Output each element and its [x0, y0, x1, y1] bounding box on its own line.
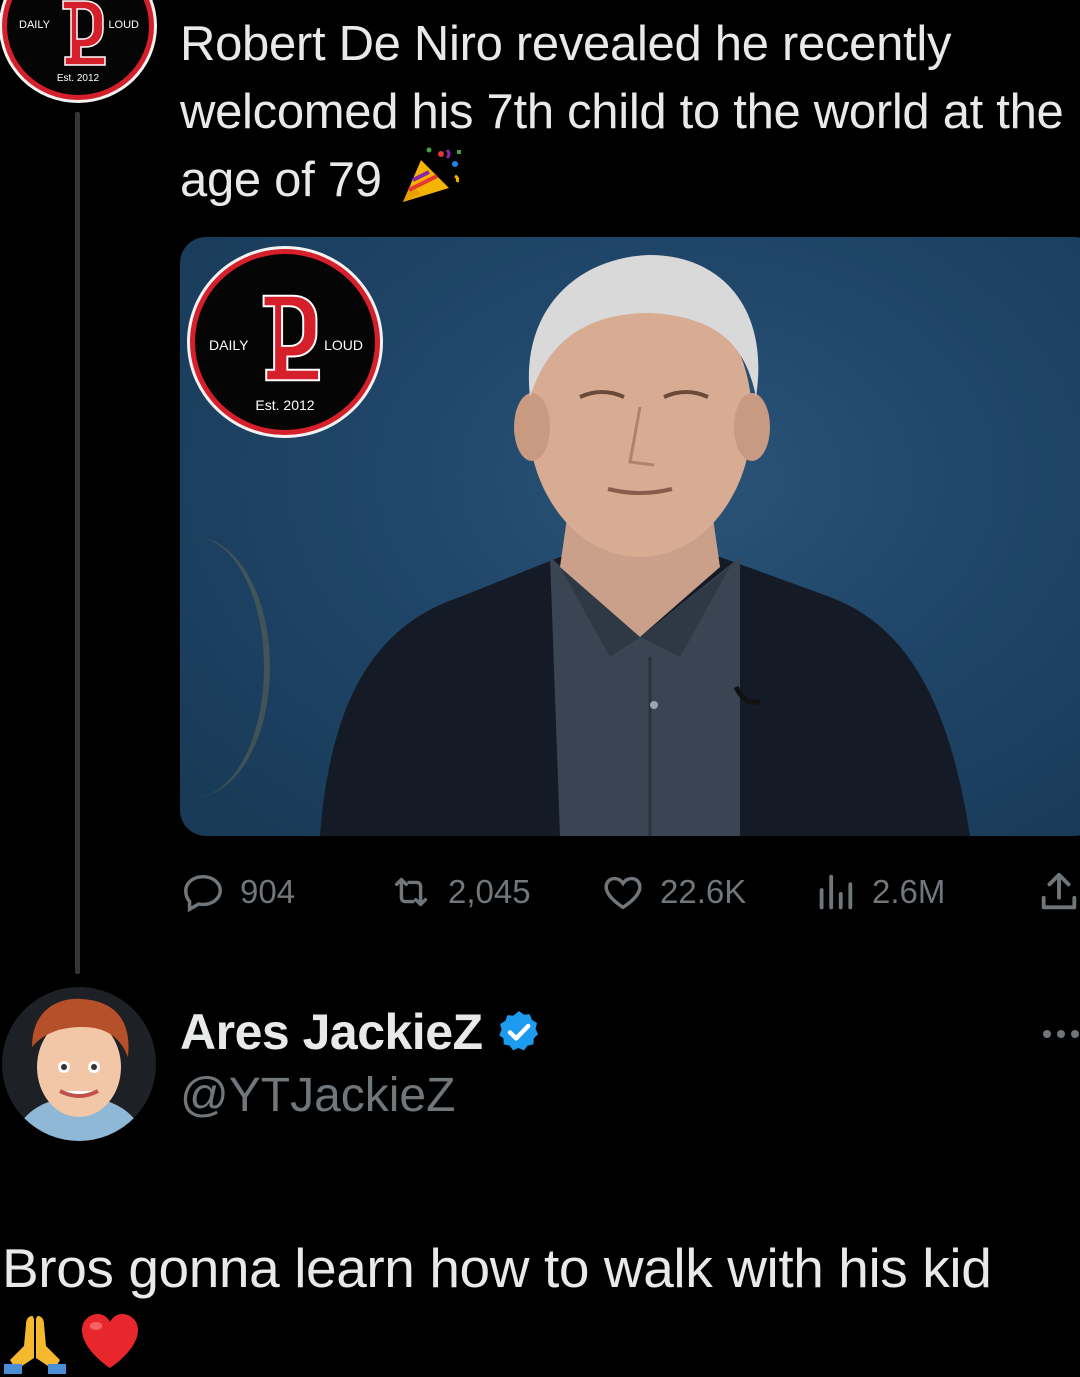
reply-user-avatar[interactable] [2, 987, 156, 1141]
retweet-icon [394, 877, 428, 907]
like-button[interactable]: 22.6K [600, 866, 746, 918]
heart-icon [604, 876, 642, 910]
like-count: 22.6K [660, 873, 747, 910]
party-popper-icon [402, 147, 461, 202]
reply-user-handle[interactable]: @YTJackieZ [180, 1068, 455, 1123]
daily-loud-avatar[interactable]: DAILY LOUD Est. 2012 [2, 0, 154, 100]
views-button[interactable]: 2.6M [812, 866, 945, 918]
watermark-established: Est. 2012 [255, 397, 315, 413]
watermark-word-daily: DAILY [209, 337, 249, 353]
dl-monogram-icon [262, 294, 321, 382]
reply-icon [184, 874, 222, 913]
retweet-count: 2,045 [448, 873, 531, 910]
logo-established: Est. 2012 [56, 73, 100, 84]
views-chart-icon [819, 874, 853, 910]
reply-count: 904 [240, 873, 296, 910]
tweet-action-bar: 904 2,045 22.6K 2.6M [180, 866, 1080, 918]
daily-loud-watermark: DAILY LOUD Est. 2012 [190, 249, 380, 435]
share-icon [1041, 872, 1077, 910]
reply-button[interactable]: 904 [180, 866, 295, 918]
tweet-media-image[interactable]: DAILY LOUD Est. 2012 [180, 237, 1080, 836]
red-heart-icon [82, 1314, 138, 1368]
more-options-icon[interactable] [1040, 1020, 1080, 1048]
logo-word-daily: DAILY [19, 19, 50, 31]
display-name: Ares JackieZ [180, 1004, 483, 1060]
retweet-button[interactable]: 2,045 [388, 866, 531, 918]
folded-hands-icon [4, 1316, 66, 1374]
tweet-body: Robert De Niro revealed he recently welc… [180, 17, 1064, 207]
reply-emojis [2, 1312, 142, 1374]
logo-word-loud: LOUD [108, 19, 139, 31]
reply-text: Bros gonna learn how to walk with his ki… [2, 1237, 992, 1299]
user-photo [2, 987, 156, 1141]
dl-monogram-icon [62, 0, 106, 66]
watermark-word-loud: LOUD [324, 337, 363, 353]
tweet-text: Robert De Niro revealed he recently welc… [180, 10, 1080, 214]
view-count: 2.6M [872, 873, 946, 910]
thread-connector-line [75, 112, 80, 974]
verified-badge-icon [498, 1011, 538, 1051]
share-button[interactable] [1036, 866, 1080, 918]
reply-user-name[interactable]: Ares JackieZ [180, 1003, 543, 1061]
